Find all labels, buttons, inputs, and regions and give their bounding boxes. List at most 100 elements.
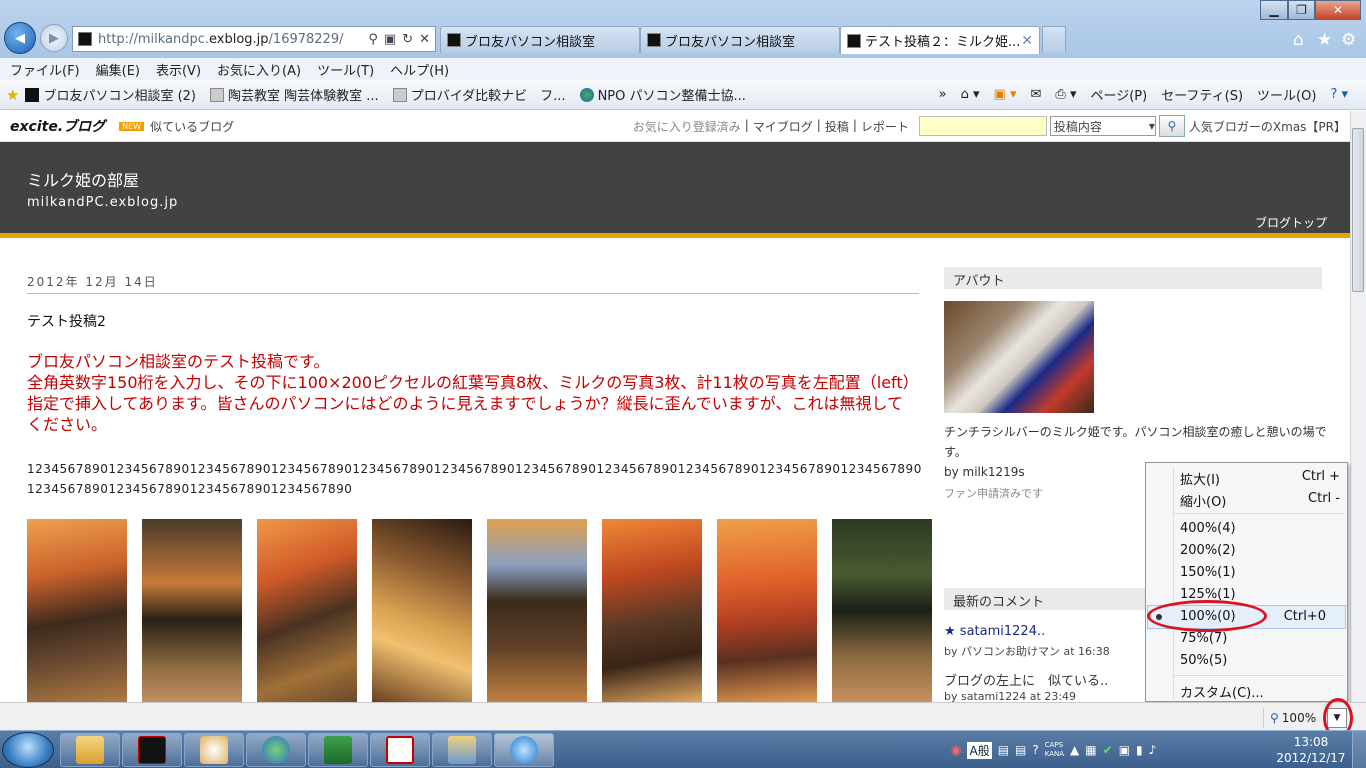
zoom-150-item[interactable]: 150%(1)	[1180, 565, 1340, 580]
ime-indicator[interactable]: A般	[967, 741, 992, 759]
excite-blog-logo[interactable]: excite.ブログ	[10, 116, 105, 136]
menu-help[interactable]: ヘルプ(H)	[390, 60, 449, 79]
blog-header: ミルク姫の部屋 milkandPC.exblog.jp ブログトップ	[0, 142, 1350, 238]
show-hidden-icons-icon[interactable]: ▲	[1070, 743, 1079, 757]
autumn-photo[interactable]	[717, 519, 817, 702]
post-link[interactable]: 投稿	[825, 118, 849, 135]
close-window-button[interactable]: ✕	[1315, 0, 1361, 20]
taskbar-app[interactable]	[122, 733, 182, 767]
blog-search-input[interactable]	[918, 116, 1047, 136]
tray-icon[interactable]: ✔	[1103, 743, 1113, 757]
autumn-photo[interactable]	[372, 519, 472, 702]
zoom-in-item[interactable]: 拡大(I) Ctrl +	[1180, 469, 1340, 488]
taskbar-paint[interactable]	[184, 733, 244, 767]
rss-feed-icon[interactable]: ▣ ▾	[994, 87, 1017, 102]
menu-file[interactable]: ファイル(F)	[10, 60, 80, 79]
favorites-star-icon[interactable]: ★	[6, 86, 19, 104]
taskbar-messenger[interactable]	[246, 733, 306, 767]
menu-view[interactable]: 表示(V)	[156, 60, 201, 79]
zoom-75-item[interactable]: 75%(7)	[1180, 631, 1340, 646]
taskbar-excel[interactable]	[308, 733, 368, 767]
blog-domain: milkandPC.exblog.jp	[27, 195, 179, 210]
comment-title[interactable]: ★ satami1224..	[944, 624, 1045, 639]
autumn-photo[interactable]	[142, 519, 242, 702]
maximize-button[interactable]: ❐	[1288, 0, 1315, 20]
blog-top-link[interactable]: ブログトップ	[1255, 214, 1350, 231]
zoom-200-item[interactable]: 200%(2)	[1180, 543, 1340, 558]
report-link[interactable]: レポート	[861, 118, 909, 135]
tray-icon[interactable]: ▦	[1085, 743, 1096, 757]
help-icon[interactable]: ?	[1032, 743, 1038, 757]
clock[interactable]: 13:08 2012/12/17	[1275, 734, 1347, 766]
favorite-link-4[interactable]: NPO パソコン整備士協...	[579, 85, 746, 104]
show-desktop-button[interactable]	[1352, 731, 1366, 768]
minimize-button[interactable]: ▁	[1260, 0, 1288, 20]
taskbar-app[interactable]	[432, 733, 492, 767]
menu-tools[interactable]: ツール(T)	[317, 60, 374, 79]
favorites-star-icon[interactable]: ★	[1317, 30, 1332, 50]
zoom-out-item[interactable]: 縮小(O) Ctrl -	[1180, 491, 1340, 510]
profile-photo[interactable]	[944, 301, 1094, 413]
search-icon[interactable]: ⚲	[368, 32, 378, 47]
close-tab-icon[interactable]: ✕	[1021, 33, 1033, 49]
new-tab-button[interactable]	[1042, 26, 1066, 53]
blog-title[interactable]: ミルク姫の部屋	[27, 167, 139, 191]
mail-icon[interactable]: ✉	[1031, 87, 1042, 102]
tab-favicon	[847, 33, 861, 48]
menu-label: 縮小(O)	[1180, 495, 1227, 510]
autumn-photo[interactable]	[27, 519, 127, 702]
favorite-link-1[interactable]: ブロ友パソコン相談室 (2)	[25, 85, 196, 104]
autumn-photo[interactable]	[257, 519, 357, 702]
stop-icon[interactable]: ✕	[419, 32, 430, 47]
autumn-photo[interactable]	[602, 519, 702, 702]
autumn-photo[interactable]	[832, 519, 932, 702]
autumn-photo[interactable]	[487, 519, 587, 702]
menu-favorites[interactable]: お気に入り(A)	[217, 60, 301, 79]
search-scope-select[interactable]: 投稿内容 ▾	[1049, 116, 1156, 136]
scrollbar-thumb[interactable]	[1352, 128, 1364, 292]
zoom-level-button[interactable]: ⚲ 100%	[1263, 708, 1325, 728]
tray-icon[interactable]: ▣	[1119, 743, 1130, 757]
zoom-400-item[interactable]: 400%(4)	[1180, 521, 1340, 536]
volume-icon[interactable]: ♪	[1149, 743, 1157, 757]
comment-title[interactable]: ブログの左上に 似ている..	[944, 670, 1108, 689]
tray-icon[interactable]: ▤	[998, 743, 1009, 757]
compat-view-icon[interactable]: ▣	[384, 32, 396, 47]
tray-icon[interactable]: ▤	[1015, 743, 1026, 757]
home-icon[interactable]: ⌂	[1293, 30, 1304, 50]
ad-link[interactable]: 人気ブロガーのXmas【PR】	[1189, 118, 1346, 135]
post-body-red: ブロ友パソコン相談室のテスト投稿です。 全角英数字150桁を入力し、その下に10…	[27, 351, 912, 435]
zoom-50-item[interactable]: 50%(5)	[1180, 653, 1340, 668]
favorited-link[interactable]: お気に入り登録済み	[633, 118, 741, 135]
safety-menu[interactable]: セーフティ(S)	[1161, 85, 1243, 104]
refresh-icon[interactable]: ↻	[402, 32, 413, 47]
network-icon[interactable]: ▮	[1136, 743, 1143, 757]
tools-menu[interactable]: ツール(O)	[1257, 85, 1316, 104]
start-button[interactable]	[2, 732, 54, 768]
chevron-more-icon[interactable]: »	[939, 87, 947, 102]
taskbar-app[interactable]	[370, 733, 430, 767]
tab-3-active[interactable]: テスト投稿２：ミルク姫... ✕	[840, 26, 1040, 54]
tab-2[interactable]: ブロ友パソコン相談室	[640, 26, 840, 53]
address-bar[interactable]: http://milkandpc. exblog.jp/16978229/ ⚲ ▣…	[72, 26, 436, 52]
page-menu[interactable]: ページ(P)	[1090, 85, 1147, 104]
tray-icon[interactable]: ◉	[951, 743, 961, 757]
print-icon[interactable]: ⎙ ▾	[1055, 87, 1076, 102]
post-title[interactable]: テスト投稿2	[27, 311, 106, 331]
back-button[interactable]: ◀	[4, 22, 36, 54]
home-icon[interactable]: ⌂ ▾	[961, 87, 980, 102]
zoom-custom-item[interactable]: カスタム(C)...	[1180, 682, 1340, 701]
my-blog-link[interactable]: マイブログ	[753, 118, 813, 135]
favorite-link-3[interactable]: プロバイダ比較ナビ フ...	[392, 85, 566, 104]
about-author[interactable]: by milk1219s	[944, 465, 1025, 479]
menu-edit[interactable]: 編集(E)	[96, 60, 140, 79]
gear-icon[interactable]: ⚙	[1341, 30, 1356, 50]
taskbar-ie[interactable]	[494, 733, 554, 767]
tab-1[interactable]: ブロ友パソコン相談室	[440, 26, 640, 53]
taskbar-explorer[interactable]	[60, 733, 120, 767]
favorite-link-2[interactable]: 陶芸教室 陶芸体験教室 ...	[210, 85, 379, 104]
help-icon[interactable]: ? ▾	[1330, 87, 1348, 102]
search-button[interactable]: ⚲	[1158, 115, 1185, 137]
similar-blogs-link[interactable]: 似ているブログ	[150, 118, 234, 135]
forward-button[interactable]: ▶	[40, 24, 68, 52]
